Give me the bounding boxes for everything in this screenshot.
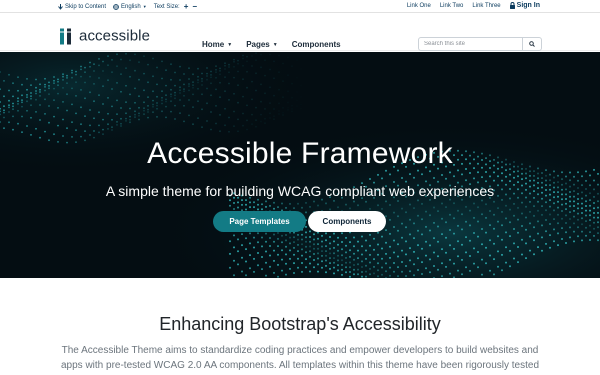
nav-pages[interactable]: Pages ▼ xyxy=(246,40,278,49)
nav-components[interactable]: Components xyxy=(292,40,341,49)
hero-title: Accessible Framework xyxy=(147,137,453,170)
hero-subtitle: A simple theme for building WCAG complia… xyxy=(105,183,495,199)
plus-icon[interactable]: + xyxy=(184,2,189,11)
language-dropdown[interactable]: English ▼ xyxy=(113,4,147,10)
components-button[interactable]: Components xyxy=(308,211,386,232)
skip-label: Skip to Content xyxy=(65,3,107,10)
nav-home[interactable]: Home ▼ xyxy=(202,40,232,49)
language-label: English xyxy=(121,3,141,10)
primary-nav: Home ▼ Pages ▼ Components xyxy=(202,40,341,49)
logo[interactable]: accessible xyxy=(60,28,150,45)
skip-to-content-link[interactable]: Skip to Content xyxy=(58,3,107,10)
search-input[interactable] xyxy=(419,38,522,50)
chevron-down-icon: ▼ xyxy=(227,41,233,48)
chevron-down-icon: ▼ xyxy=(142,4,147,9)
nav-pages-label: Pages xyxy=(246,40,270,49)
logo-text: accessible xyxy=(79,27,151,45)
sign-in-link[interactable]: Sign In xyxy=(509,2,540,9)
utility-right: Link One Link Two Link Three Sign In xyxy=(407,2,540,9)
text-size-label: Text Size: xyxy=(153,3,180,10)
link-two[interactable]: Link Two xyxy=(440,3,464,9)
section-paragraph: The Accessible Theme aims to standardize… xyxy=(60,345,540,371)
lock-icon xyxy=(509,2,515,9)
minus-icon[interactable]: − xyxy=(192,2,197,11)
globe-icon xyxy=(113,3,119,10)
link-one[interactable]: Link One xyxy=(407,3,431,9)
arrow-down-icon xyxy=(58,3,63,10)
text-size-control: Text Size: + − xyxy=(154,2,197,11)
utility-bar: Skip to Content English ▼ Text Size: + −… xyxy=(0,0,600,13)
logo-mark-icon xyxy=(60,28,71,44)
search-icon xyxy=(529,41,535,47)
sign-in-label: Sign In xyxy=(516,2,540,9)
utility-left: Skip to Content English ▼ Text Size: + − xyxy=(58,2,197,11)
section-heading: Enhancing Bootstrap's Accessibility xyxy=(159,314,441,334)
page-templates-button[interactable]: Page Templates xyxy=(213,211,306,232)
link-three[interactable]: Link Three xyxy=(472,3,500,9)
chevron-down-icon: ▼ xyxy=(272,41,278,48)
nav-home-label: Home xyxy=(202,40,225,49)
search-button[interactable] xyxy=(522,38,541,50)
search-box xyxy=(418,37,542,51)
main-navbar: accessible Home ▼ Pages ▼ Components xyxy=(0,13,600,51)
nav-components-label: Components xyxy=(291,40,341,49)
